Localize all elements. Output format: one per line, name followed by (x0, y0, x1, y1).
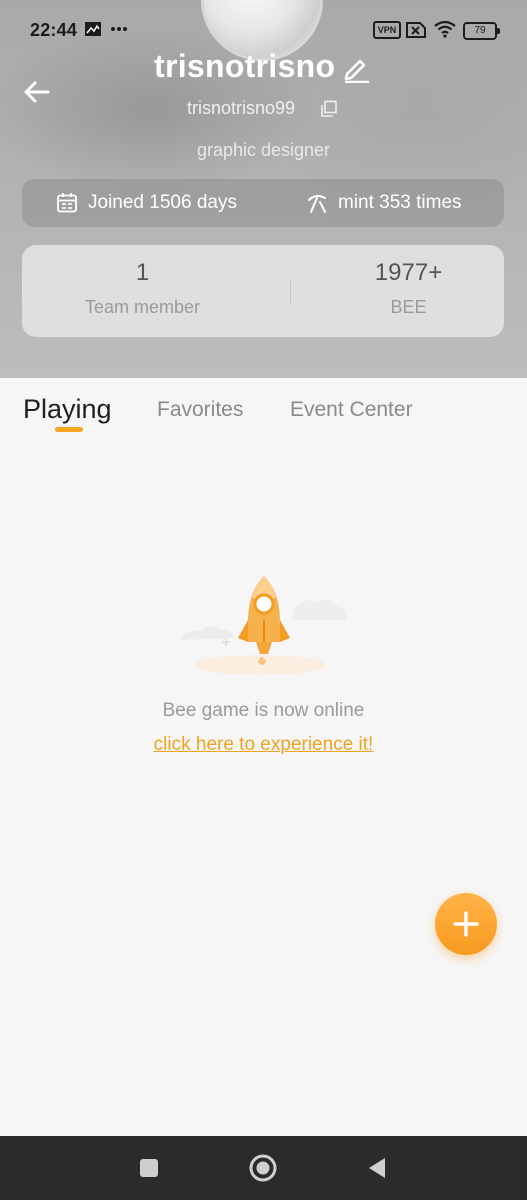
user-bio: graphic designer (196, 140, 331, 160)
recents-button[interactable] (139, 1158, 159, 1178)
empty-state-message: Bee game is now online (162, 700, 365, 721)
gallery-notification-icon (85, 22, 101, 36)
nav-back-button[interactable] (367, 1157, 387, 1179)
joined-text: Joined 1506 days (88, 192, 237, 213)
status-time: 22:44 (30, 20, 78, 40)
tab-bar: Playing Favorites Event Center (0, 378, 527, 448)
experience-link[interactable]: click here to experience it! (0, 734, 527, 756)
more-notifications-icon (111, 27, 127, 31)
edit-profile-button[interactable] (341, 53, 371, 83)
stat-team-member[interactable]: 1 Team member (22, 245, 263, 318)
user-handle: trisnotrisno99 (187, 98, 296, 118)
stat-value: 1977+ (374, 259, 443, 286)
tab-event-center[interactable]: Event Center (290, 398, 413, 422)
pickaxe-icon (308, 194, 326, 213)
joined-info: Joined 1506 days (56, 179, 237, 227)
stats-card: 1 Team member 1977+ BEE (22, 245, 504, 337)
active-tab-indicator (55, 427, 83, 432)
copy-icon (321, 100, 337, 117)
triangle-back-icon (369, 1158, 385, 1178)
calendar-icon (57, 193, 77, 213)
stat-label: Team member (84, 297, 201, 317)
username: trisnotrisno (154, 48, 336, 84)
stat-bee[interactable]: 1977+ BEE (288, 245, 527, 318)
no-sim-icon (406, 22, 426, 38)
profile-info-bar: Joined 1506 days mint 353 times (22, 179, 504, 227)
wifi-icon (434, 20, 456, 38)
square-icon (140, 1159, 158, 1177)
arrow-left-icon (24, 81, 50, 103)
copy-handle-button[interactable] (320, 100, 338, 118)
tab-playing[interactable]: Playing (23, 394, 112, 425)
mint-info: mint 353 times (306, 179, 462, 227)
back-button[interactable] (22, 78, 52, 106)
pencil-icon (344, 59, 369, 83)
profile-header: 22:44 VPN 79 trisnotrisno trisnotrisno99… (0, 0, 527, 378)
circle-icon (249, 1154, 277, 1182)
stat-value: 1 (135, 259, 150, 286)
home-button[interactable] (249, 1154, 277, 1182)
rocket-illustration (180, 576, 347, 675)
plus-icon (453, 911, 479, 937)
tab-favorites[interactable]: Favorites (157, 398, 243, 422)
mint-text: mint 353 times (338, 192, 462, 213)
stat-label: BEE (390, 297, 427, 317)
battery-icon: 79 (463, 22, 500, 40)
vpn-icon: VPN (373, 21, 401, 39)
add-button[interactable] (435, 893, 497, 955)
system-nav-bar (0, 1136, 527, 1200)
